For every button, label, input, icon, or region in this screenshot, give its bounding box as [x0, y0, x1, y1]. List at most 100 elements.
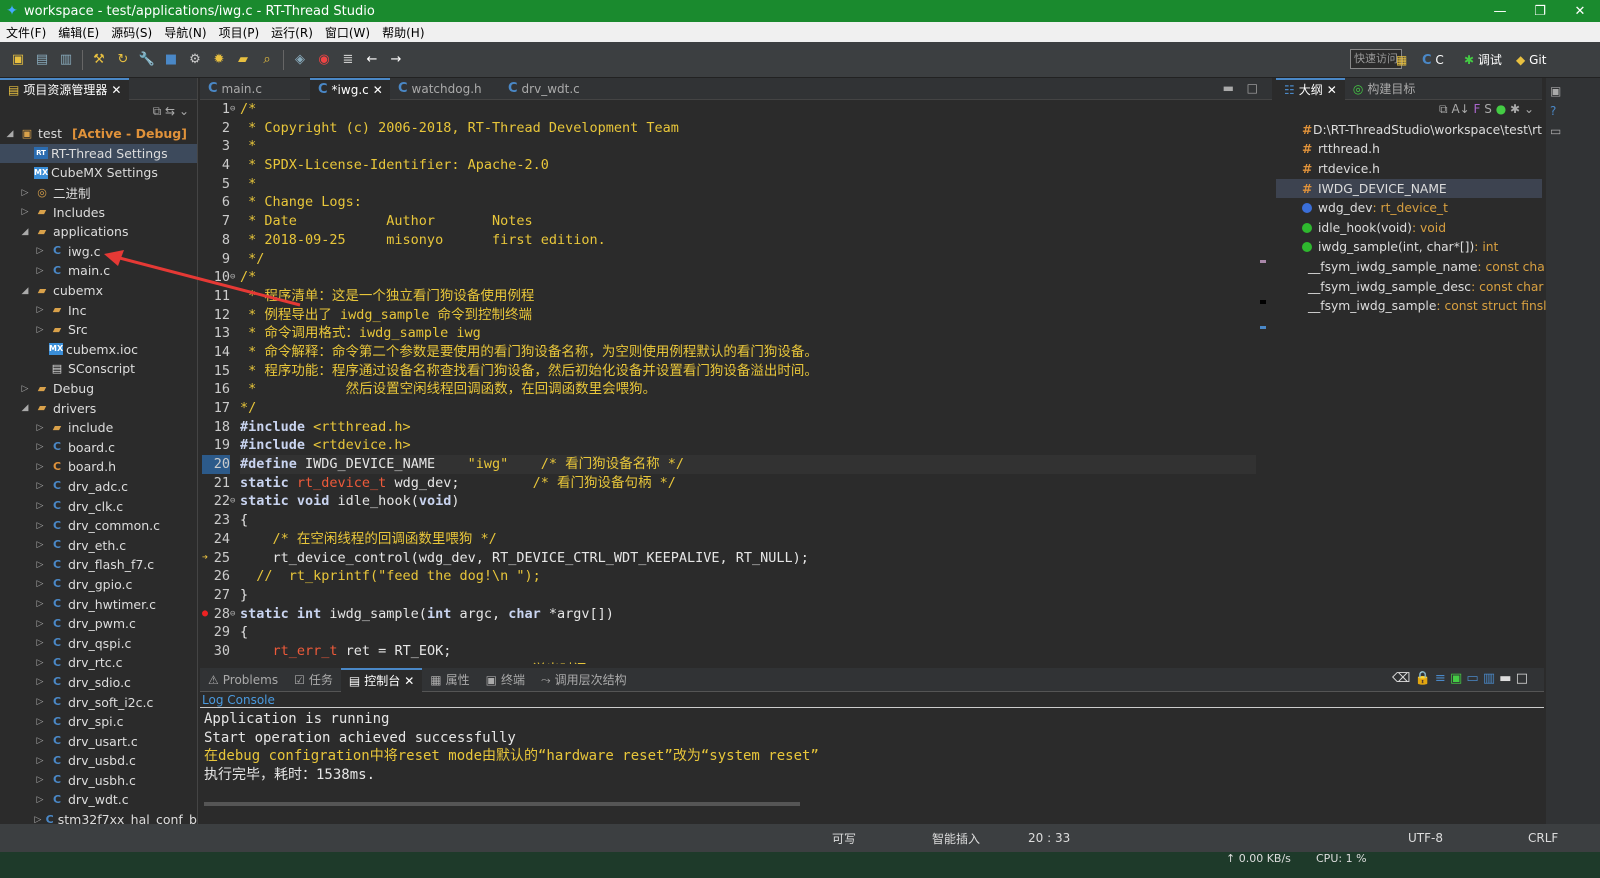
outline-item-label: __fsym_iwdg_sample_name: [1308, 259, 1478, 274]
clear-console-icon[interactable]: ⌫: [1392, 671, 1410, 686]
console-tab[interactable]: ☑ 任务: [286, 668, 341, 692]
console-tab-icon: ⤳: [541, 672, 551, 687]
console-tab[interactable]: ▤ 控制台 ✕: [340, 667, 423, 692]
outline-item[interactable]: # IWDG_DEVICE_NAME: [1276, 178, 1542, 199]
outline-item-type: : const cha: [1477, 259, 1545, 274]
outline-item[interactable]: __fsym_iwdg_sample_desc : const char: [1276, 277, 1544, 297]
status-insert-mode: 智能插入: [932, 831, 981, 846]
minimize-view-icon[interactable]: ▬: [1499, 671, 1511, 686]
outline-item[interactable]: __fsym_iwdg_sample : const struct finsl: [1276, 296, 1547, 316]
outline-tabbar: ☷ 大纲 ✕ ◎ 构建目标: [1276, 77, 1542, 101]
outline-item[interactable]: # rtdevice.h: [1276, 159, 1542, 179]
outline-item-label: __fsym_iwdg_sample: [1308, 299, 1437, 314]
outline-item-label: __fsym_iwdg_sample_desc: [1308, 279, 1472, 294]
close-icon[interactable]: ✕: [1327, 79, 1337, 101]
console-line: 在debug configration中将reset mode由默认的“hard…: [204, 748, 819, 765]
outline-item-type: : void: [1411, 220, 1447, 235]
console-tabbar: ⚠ Problems ☑ 任务 ▤ 控制台 ✕ ▦ 属性 ▣ 终端 ⤳ 调用层次结构: [200, 667, 1544, 692]
console-line: Application is running: [204, 711, 390, 727]
console-panel: ⚠ Problems ☑ 任务 ▤ 控制台 ✕ ▦ 属性 ▣ 终端 ⤳ 调用层次结构 ⌫ 🔒 ≡ ▣ ▭…: [200, 667, 1544, 808]
outline-item[interactable]: idle_hook(void) : void: [1276, 218, 1542, 238]
maximize-view-icon[interactable]: □: [1516, 671, 1528, 686]
console-tab[interactable]: ⤳ 调用层次结构: [533, 668, 635, 692]
tab-build-targets-label: 构建目标: [1367, 81, 1416, 96]
status-encoding: UTF-8: [1408, 831, 1443, 845]
console-tab[interactable]: ▦ 属性: [422, 668, 477, 692]
arrow-head: [104, 250, 124, 266]
close-icon[interactable]: ✕: [404, 670, 414, 692]
include-icon: #: [1302, 161, 1313, 176]
console-tab-label: 任务: [308, 672, 333, 687]
outline-item-type: : const struct finsl: [1436, 299, 1547, 314]
outline-panel: ☷ 大纲 ✕ ◎ 构建目标 ⧉ A↓ F S ● ✱ ⌄ # D:\RT-ThreadS…: [1276, 77, 1547, 664]
hide-static-icon[interactable]: S: [1484, 102, 1492, 116]
collapse-icon[interactable]: ⧉: [1439, 102, 1448, 116]
sort-icon[interactable]: A↓: [1451, 102, 1469, 116]
hide-fields-icon[interactable]: F: [1474, 102, 1481, 116]
console-tab[interactable]: ⚠ Problems: [200, 668, 286, 692]
outline-item-label: rtthread.h: [1318, 142, 1380, 157]
function-icon: [1302, 242, 1312, 253]
scroll-lock-icon[interactable]: 🔒: [1415, 671, 1431, 686]
tab-build-targets[interactable]: ◎ 构建目标: [1345, 78, 1424, 100]
console-line: Start operation achieved successfully: [204, 729, 516, 746]
word-wrap-icon[interactable]: ≡: [1435, 671, 1446, 686]
outline-item-label: D:\RT-ThreadStudio\workspace\test\rt: [1312, 122, 1542, 137]
status-writable: 可写: [832, 831, 857, 846]
outline-item-label: rtdevice.h: [1318, 161, 1380, 176]
outline-item[interactable]: __fsym_iwdg_sample_name : const cha: [1276, 257, 1545, 277]
console-tab-label: 调用层次结构: [554, 672, 627, 687]
include-icon: #: [1302, 181, 1313, 196]
gear-icon[interactable]: ✱: [1510, 102, 1520, 116]
console-tab-icon: ▤: [348, 673, 361, 688]
console-line: 执行完毕，耗时：1538ms.: [204, 767, 376, 784]
pin-console-icon[interactable]: ▣: [1450, 671, 1462, 686]
console-output: Application is running Start operation ac…: [200, 708, 1544, 785]
console-header: Log Console: [200, 692, 1544, 708]
net-speed: ↑ 0.00 KB/s: [1226, 852, 1291, 865]
console-tab-label: 终端: [500, 672, 525, 687]
console-tab-label: 控制台: [364, 673, 401, 688]
outline-item-type: : rt_device_t: [1372, 201, 1448, 216]
outline-item[interactable]: # D:\RT-ThreadStudio\workspace\test\rt: [1276, 120, 1542, 140]
status-line-ending: CRLF: [1528, 831, 1559, 845]
arrow-line: [111, 254, 301, 307]
console-tab-label: 属性: [445, 672, 470, 687]
open-console-icon[interactable]: ▥: [1483, 671, 1495, 686]
console-tab[interactable]: ▣ 终端: [478, 668, 533, 692]
hide-nonpublic-icon[interactable]: ●: [1496, 102, 1506, 116]
view-menu-icon[interactable]: ⌄: [1524, 102, 1534, 116]
outline-item-label: IWDG_DEVICE_NAME: [1318, 181, 1447, 196]
console-tab-icon: ☑: [294, 672, 305, 687]
display-console-icon[interactable]: ▭: [1466, 671, 1478, 686]
help-icon[interactable]: ?: [1550, 104, 1596, 118]
outline-item-type: : const char: [1471, 279, 1544, 294]
outline-item-label: wdg_dev: [1318, 201, 1373, 216]
console-hscroll[interactable]: [204, 802, 800, 806]
right-trim: ▣ ? ▭: [1546, 78, 1600, 824]
console-tab-icon: ▣: [485, 672, 497, 687]
outline-icon: ☷: [1284, 82, 1295, 97]
outline-toolbar: ⧉ A↓ F S ● ✱ ⌄: [1439, 102, 1534, 117]
outline-tree: # D:\RT-ThreadStudio\workspace\test\rt # rt…: [1276, 120, 1547, 316]
tab-outline[interactable]: ☷ 大纲 ✕: [1276, 77, 1345, 101]
include-icon: #: [1302, 122, 1313, 137]
status-bar: 可写 智能插入 20 : 33 UTF-8 CRLF: [0, 824, 1600, 852]
function-icon: [1302, 222, 1312, 233]
outline-item-label: idle_hook(void): [1318, 220, 1412, 235]
include-icon: #: [1302, 142, 1313, 157]
variable-icon: [1302, 203, 1312, 214]
outline-item[interactable]: # rtthread.h: [1276, 140, 1542, 160]
console-tab-label: Problems: [222, 672, 279, 687]
outline-item[interactable]: wdg_dev : rt_device_t: [1276, 198, 1542, 218]
outline-item-label: iwdg_sample(int, char*[]): [1318, 240, 1475, 255]
outline-item[interactable]: iwdg_sample(int, char*[]) : int: [1276, 238, 1542, 258]
status-cursor-position: 20 : 33: [1028, 831, 1071, 845]
cpu-usage: CPU: 1 %: [1316, 852, 1367, 865]
console-tab-icon: ▦: [430, 672, 442, 687]
restore-icon[interactable]: ▭: [1550, 124, 1596, 138]
tab-outline-label: 大纲: [1298, 82, 1323, 97]
taskbar: ↑ 0.00 KB/s CPU: 1 %: [0, 852, 1600, 878]
restore-icon[interactable]: ▣: [1550, 84, 1596, 98]
console-tab-icon: ⚠: [208, 672, 219, 687]
